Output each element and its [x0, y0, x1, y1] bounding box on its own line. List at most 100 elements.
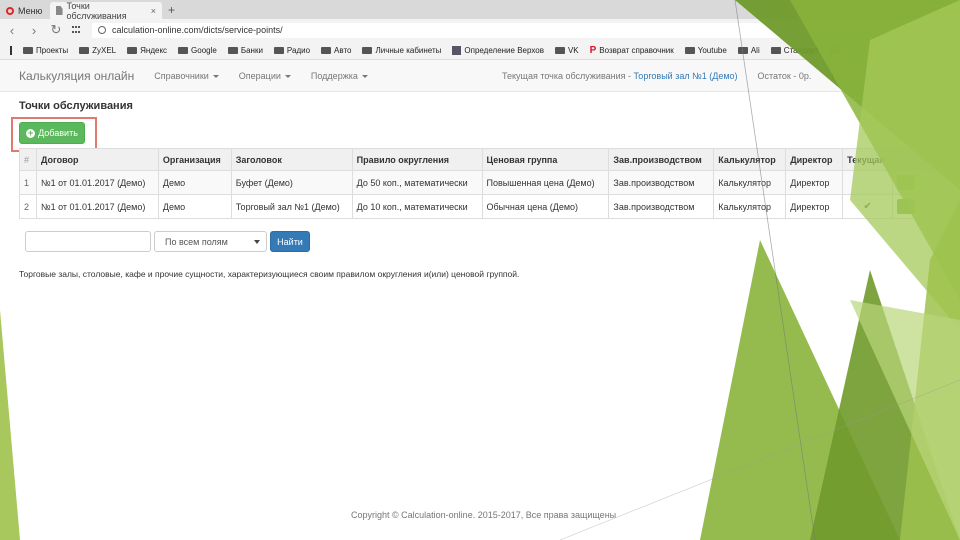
url-field[interactable]: calculation-online.com/dicts/service-poi…: [92, 22, 852, 38]
bookmark[interactable]: Ali: [737, 46, 760, 55]
bookmarks-separator: [10, 45, 12, 55]
reload-icon[interactable]: ↻: [50, 22, 62, 38]
app-brand[interactable]: Калькуляция онлайн: [19, 69, 134, 83]
cell-calculator: Калькулятор: [713, 170, 787, 195]
new-tab-icon[interactable]: +: [168, 3, 175, 19]
folder-icon: [321, 46, 332, 54]
cell-director: Директор: [785, 194, 844, 219]
bookmark[interactable]: Яндекс: [127, 46, 167, 55]
back-icon[interactable]: ‹: [6, 23, 18, 38]
chevron-down-icon: [254, 239, 260, 244]
folder-icon: [23, 46, 33, 54]
service-points-table: # Договор Организация Заголовок Правило …: [19, 148, 941, 219]
bookmark[interactable]: Радио: [273, 46, 310, 55]
search-input[interactable]: [25, 231, 151, 252]
cell-current: ✔: [842, 194, 894, 219]
bookmark[interactable]: Определение Верхов: [452, 45, 544, 55]
cell-price-group: Повышенная цена (Демо): [481, 170, 610, 195]
column-header[interactable]: Ценовая группа: [481, 148, 610, 171]
column-header[interactable]: Калькулятор: [713, 148, 787, 171]
nav-support-dropdown[interactable]: Поддержка: [311, 71, 368, 81]
bookmark[interactable]: P Возврат справочник: [590, 45, 674, 56]
browser-tabbar: Меню Точки обслуживания × +: [0, 0, 960, 21]
browser-addressbar: ‹ › ↻ calculation-online.com/dicts/servi…: [0, 19, 960, 41]
cell-director: Директор: [785, 170, 844, 195]
add-button[interactable]: + Добавить: [19, 122, 85, 144]
search-button[interactable]: Найти: [270, 231, 310, 252]
bookmark[interactable]: Youtube: [684, 46, 727, 55]
column-header[interactable]: Заголовок: [230, 148, 353, 171]
table-row[interactable]: 2 №1 от 01.01.2017 (Демо) Демо Торговый …: [19, 194, 941, 219]
row-action-button[interactable]: [897, 175, 916, 190]
nav-operations-dropdown[interactable]: Операции: [239, 71, 291, 81]
caret-down-icon: [284, 74, 291, 78]
deco-triangle: [850, 300, 960, 540]
column-header[interactable]: Договор: [35, 148, 159, 171]
check-icon: ✔: [863, 201, 872, 212]
folder-icon: [273, 46, 284, 54]
image-icon: [452, 45, 462, 55]
globe-icon: [98, 26, 106, 34]
nav-dicts-dropdown[interactable]: Справочники: [154, 71, 219, 81]
forward-icon[interactable]: ›: [28, 23, 40, 38]
folder-icon: [737, 46, 748, 54]
cell-price-group: Обычная цена (Демо): [481, 194, 610, 219]
opera-icon: [6, 6, 14, 15]
bookmark[interactable]: Ы: [830, 46, 850, 55]
cell-rounding: До 50 коп., математически: [351, 170, 483, 195]
speed-dial-icon[interactable]: [72, 25, 82, 35]
cell-num: 1: [19, 170, 37, 195]
cell-rounding: До 10 коп., математически: [351, 194, 483, 219]
bookmark[interactable]: Проекты: [23, 46, 68, 55]
column-header[interactable]: #: [19, 148, 37, 171]
column-header-actions: [892, 148, 941, 171]
folder-icon: [127, 46, 138, 54]
bookmark[interactable]: Личные кабинеты: [362, 46, 441, 55]
page-icon: [56, 6, 63, 15]
bookmark[interactable]: Стандарт: [770, 46, 819, 55]
column-header[interactable]: Директор: [785, 148, 844, 171]
table-header-row: # Договор Организация Заголовок Правило …: [19, 148, 941, 171]
bookmark[interactable]: Google: [178, 46, 217, 55]
browser-menu-tab[interactable]: Меню: [0, 2, 50, 19]
navbar-right: Текущая точка обслуживания - Торговый за…: [502, 60, 938, 92]
cell-org: Демо: [157, 170, 232, 195]
cell-contract: №1 от 01.01.2017 (Демо): [35, 170, 159, 195]
search-field-select[interactable]: По всем полям: [154, 231, 267, 252]
cell-production: Зав.производством: [608, 170, 715, 195]
app-navbar: Калькуляция онлайн Справочники Операции …: [0, 60, 960, 92]
bookmark[interactable]: Авто: [321, 46, 351, 55]
folder-icon: [79, 46, 90, 54]
bookmark[interactable]: Банки: [227, 46, 263, 55]
cell-current: [842, 170, 894, 195]
pinterest-icon: P: [589, 44, 597, 56]
column-header[interactable]: Правило округления: [351, 148, 483, 171]
row-action-button[interactable]: [897, 199, 916, 214]
close-icon[interactable]: ×: [151, 6, 156, 16]
column-header[interactable]: Зав.производством: [608, 148, 715, 171]
bookmark[interactable]: ZyXEL: [79, 46, 116, 55]
bookmark[interactable]: VK: [554, 46, 579, 55]
page-title: Точки обслуживания: [19, 100, 133, 112]
caret-down-icon[interactable]: ▾: [919, 178, 923, 187]
user-greeting[interactable]: Привет, Елена Будило: [831, 71, 938, 82]
folder-icon: [227, 46, 238, 54]
column-header[interactable]: Организация: [157, 148, 232, 171]
cell-title: Торговый зал №1 (Демо): [230, 194, 353, 219]
cell-actions: [892, 194, 941, 219]
page-description: Торговые залы, столовые, кафе и прочие с…: [19, 269, 520, 279]
folder-icon: [178, 46, 189, 54]
caret-down-icon: [361, 74, 368, 78]
cell-org: Демо: [157, 194, 232, 219]
browser-tab-active[interactable]: Точки обслуживания ×: [50, 1, 162, 21]
avatar: [927, 71, 938, 82]
folder-icon: [770, 46, 781, 54]
cell-production: Зав.производством: [608, 194, 715, 219]
column-header[interactable]: Текущая: [842, 148, 894, 171]
bookmarks-bar: Проекты ZyXEL Яндекс Google Банки Радио …: [0, 41, 960, 60]
current-point-link[interactable]: Торговый зал №1 (Демо): [634, 71, 738, 81]
current-point: Текущая точка обслуживания - Торговый за…: [502, 71, 738, 81]
table-row[interactable]: 1 №1 от 01.01.2017 (Демо) Демо Буфет (Де…: [19, 170, 941, 195]
cell-calculator: Калькулятор: [713, 194, 787, 219]
folder-icon: [830, 46, 840, 54]
